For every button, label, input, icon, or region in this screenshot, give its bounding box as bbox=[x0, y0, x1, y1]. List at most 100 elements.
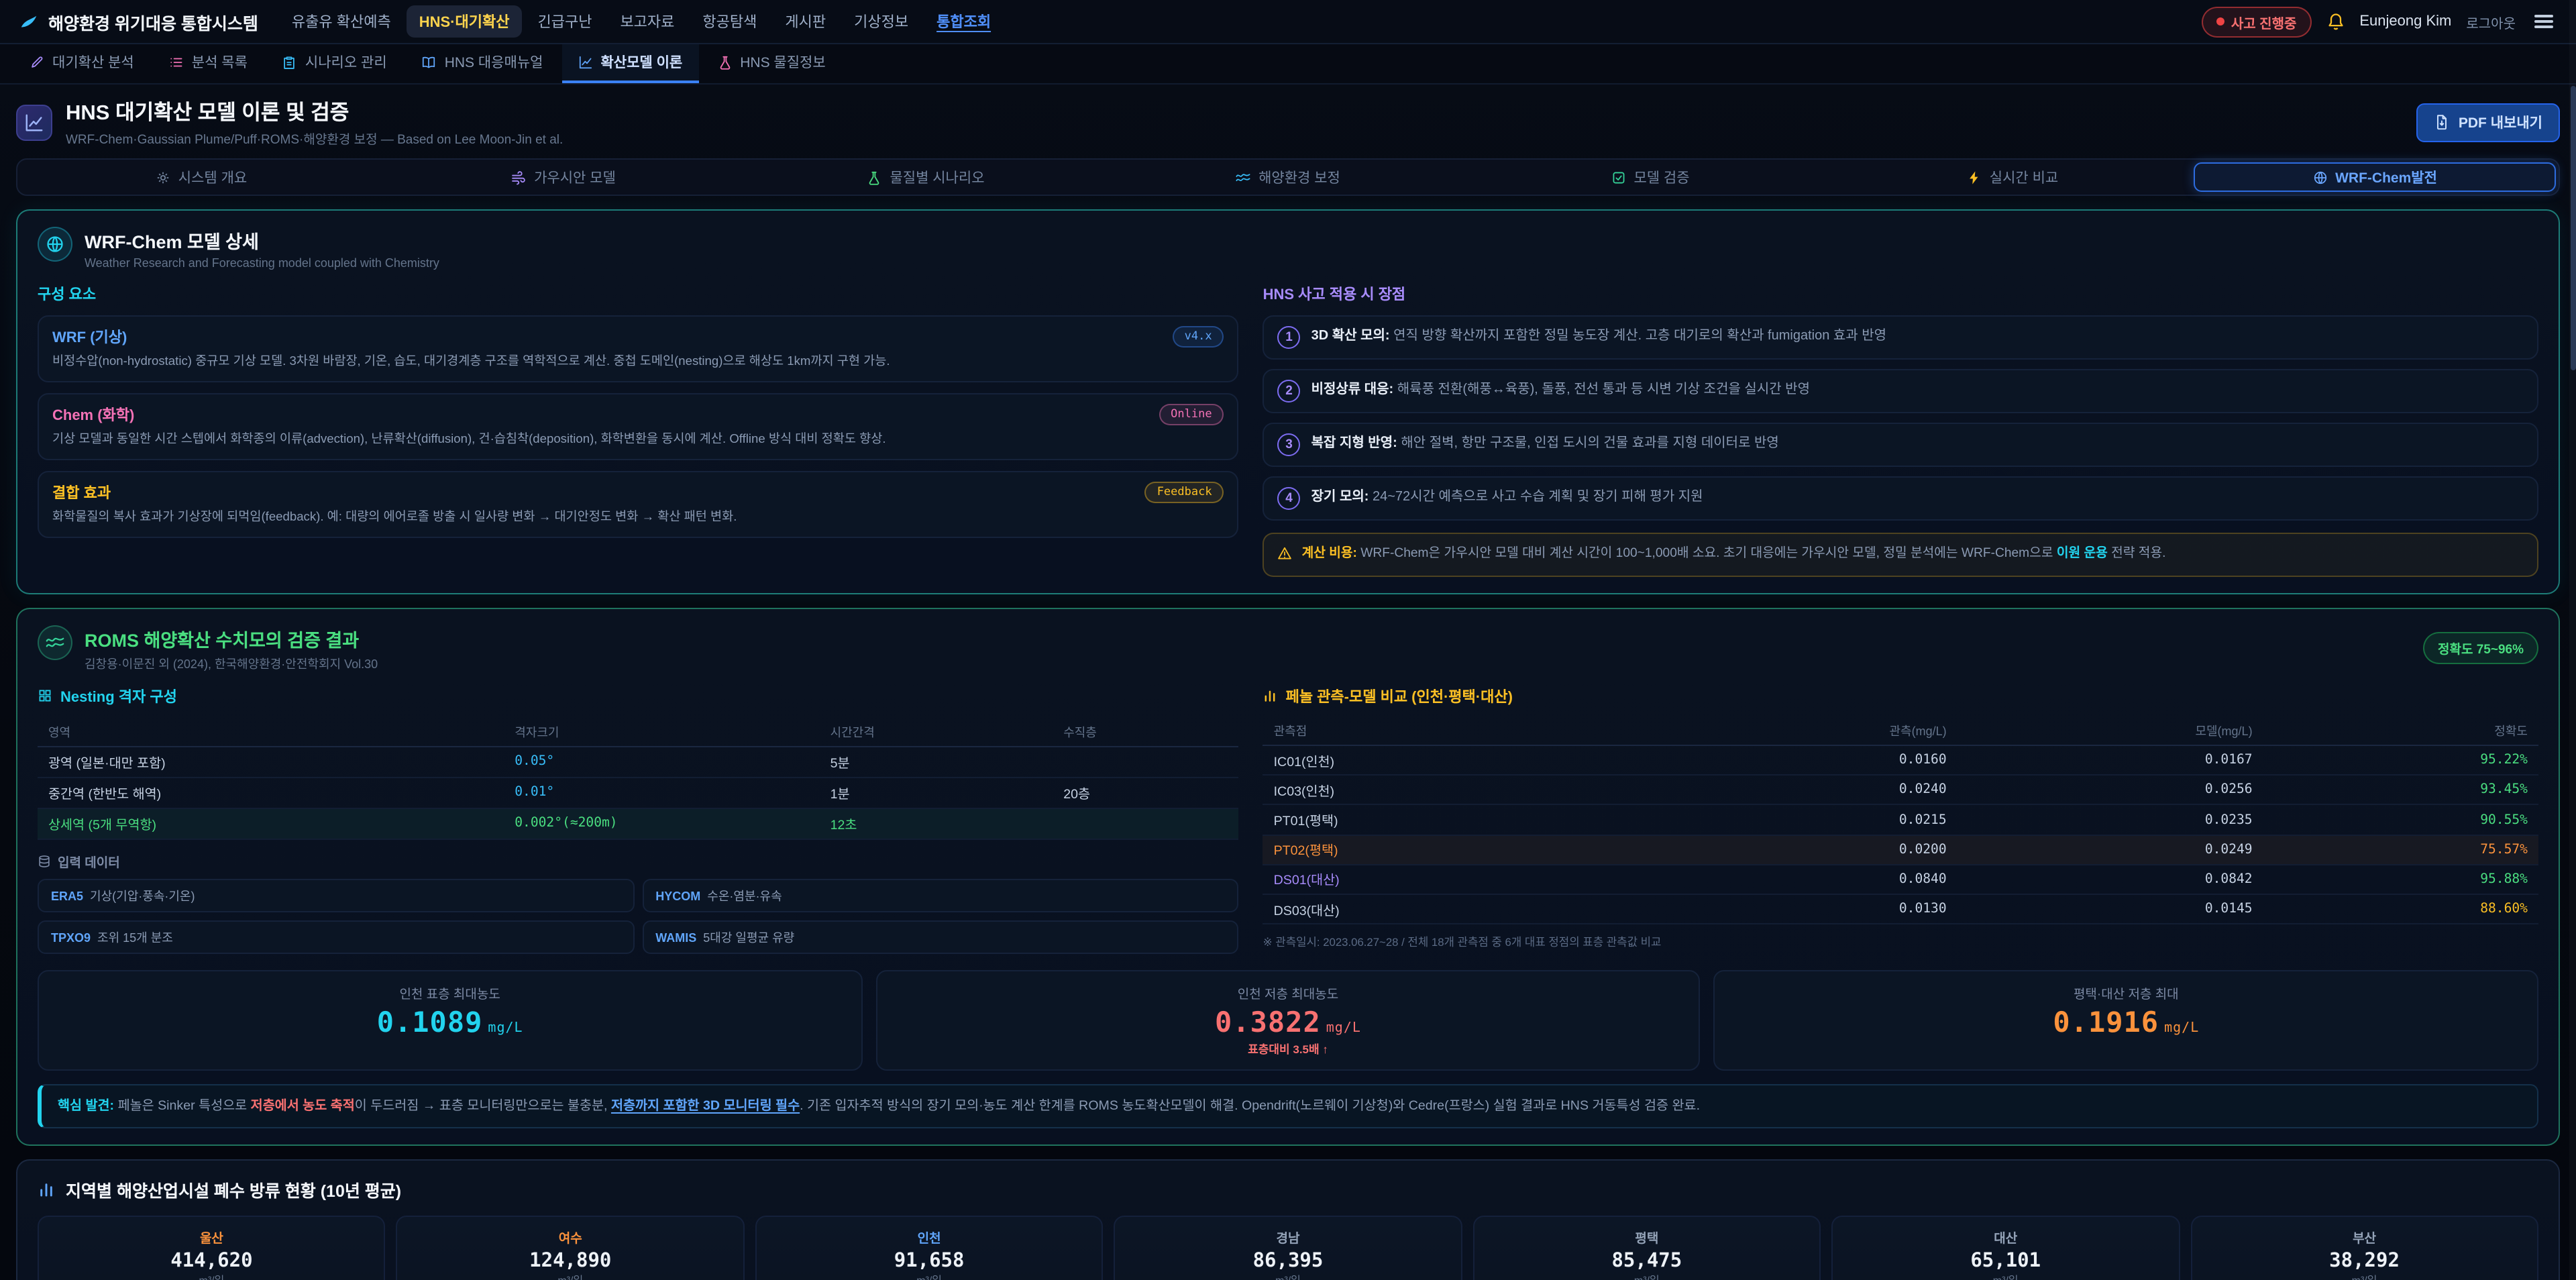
menu-item-integrated-search[interactable]: 통합조회 bbox=[924, 5, 1003, 38]
page-title: HNS 대기확산 모델 이론 및 검증 bbox=[66, 97, 563, 126]
book-icon bbox=[422, 55, 437, 70]
menu-item-reports[interactable]: 보고자료 bbox=[608, 5, 686, 38]
subnav-item-analysis-list[interactable]: 분석 목록 bbox=[153, 44, 264, 83]
grid-icon bbox=[38, 689, 52, 704]
subnav-item-manual[interactable]: HNS 대응매뉴얼 bbox=[406, 44, 559, 83]
advantage-desc: 해안 절벽, 항만 구조물, 인접 도시의 건물 효과를 지형 데이터로 반영 bbox=[1401, 436, 1779, 451]
scrollbar-thumb[interactable] bbox=[2570, 86, 2575, 370]
key-finding: 핵심 발견: 페놀은 Sinker 특성으로 저층에서 농도 축적이 두드러짐 … bbox=[38, 1084, 2538, 1128]
feedback-badge: Feedback bbox=[1145, 482, 1224, 503]
region-yeosu: 여수 124,890 m³/일 382건 bbox=[396, 1216, 745, 1280]
advantage-lead: 복잡 지형 반영: bbox=[1311, 436, 1397, 451]
concentration-stats: 인천 표층 최대농도 0.1089mg/L 인천 저층 최대농도 0.3822m… bbox=[38, 970, 2538, 1071]
components-title: 구성 요소 bbox=[38, 283, 1239, 305]
tab-model-validation[interactable]: 모델 검증 bbox=[1469, 162, 1831, 192]
roms-title: ROMS 해양확산 수치모의 검증 결과 bbox=[85, 625, 378, 652]
subnav-item-scenario[interactable]: 시나리오 관리 bbox=[266, 44, 403, 83]
incident-status-badge[interactable]: 사고 진행중 bbox=[2202, 6, 2312, 37]
menu-item-aerial-search[interactable]: 항공탐색 bbox=[690, 5, 769, 38]
advantage-number: 4 bbox=[1278, 487, 1301, 510]
component-name: Chem (화학) bbox=[52, 404, 134, 425]
roms-header: ROMS 해양확산 수치모의 검증 결과 김창용·이문진 외 (2024), 한… bbox=[38, 625, 2538, 672]
advantage-lead: 비정상류 대응: bbox=[1311, 382, 1394, 397]
input-data-title: 입력 데이터 bbox=[38, 852, 1239, 871]
section-tabbar: 시스템 개요 가우시안 모델 물질별 시나리오 해양환경 보정 모델 검증 실시… bbox=[16, 158, 2560, 196]
globe-icon bbox=[2312, 170, 2327, 184]
pdf-export-label: PDF 내보내기 bbox=[2459, 112, 2542, 132]
warning-highlight: 이원 운용 bbox=[2057, 546, 2108, 561]
app-root: 해양환경 위기대응 통합시스템 유출유 확산예측 HNS·대기확산 긴급구난 보… bbox=[0, 0, 2576, 1280]
input-data-item: ERA5기상(기압·풍속·기온) bbox=[38, 879, 634, 912]
pdf-export-button[interactable]: PDF 내보내기 bbox=[2417, 103, 2560, 142]
topbar: 해양환경 위기대응 통합시스템 유출유 확산예측 HNS·대기확산 긴급구난 보… bbox=[0, 0, 2576, 44]
topbar-right: 사고 진행중 Eunjeong Kim 로그아웃 bbox=[2202, 6, 2557, 37]
page-header: HNS 대기확산 모델 이론 및 검증 WRF-Chem·Gaussian Pl… bbox=[0, 85, 2576, 156]
component-name: 결합 효과 bbox=[52, 482, 111, 503]
flask-icon bbox=[867, 170, 881, 184]
region-pyeongtaek: 평택 85,475 m³/일 178건 bbox=[1472, 1216, 1821, 1280]
phenol-table-header: 관측점 관측(mg/L) 모델(mg/L) 정확도 bbox=[1263, 718, 2538, 746]
nesting-title: Nesting 격자 구성 bbox=[38, 686, 1239, 707]
table-row-low-accuracy: PT02(평택) 0.0200 0.0249 75.57% bbox=[1263, 835, 2538, 865]
notification-bell-icon[interactable] bbox=[2326, 12, 2345, 31]
advantages-title: HNS 사고 적용 시 장점 bbox=[1263, 283, 2538, 305]
bar-chart-icon bbox=[1263, 689, 1278, 704]
advantage-number: 1 bbox=[1278, 326, 1301, 349]
roms-subtitle: 김창용·이문진 외 (2024), 한국해양환경·안전학회지 Vol.30 bbox=[85, 655, 378, 672]
discharge-title: 지역별 해양산업시설 폐수 방류 현황 (10년 평균) bbox=[66, 1177, 401, 1202]
hamburger-menu-icon[interactable] bbox=[2530, 11, 2557, 32]
scrollbar[interactable] bbox=[2569, 0, 2576, 1280]
menu-item-weather[interactable]: 기상정보 bbox=[842, 5, 920, 38]
logout-button[interactable]: 로그아웃 bbox=[2466, 11, 2516, 32]
wrf-chem-subtitle: Weather Research and Forecasting model c… bbox=[85, 256, 439, 270]
tab-system-overview[interactable]: 시스템 개요 bbox=[20, 162, 382, 192]
advantage-desc: 연직 방향 확산까지 포함한 정밀 농도장 계산. 고층 대기로의 확산과 fu… bbox=[1393, 329, 1886, 343]
advantage-lead: 3D 확산 모의: bbox=[1311, 329, 1390, 343]
clipboard-icon bbox=[282, 55, 297, 70]
advantage-number: 3 bbox=[1278, 433, 1301, 456]
table-row: DS03(대산) 0.0130 0.0145 88.60% bbox=[1263, 895, 2538, 924]
table-row: 광역 (일본·대만 포함) 0.05° 5분 bbox=[38, 747, 1239, 778]
menu-item-board[interactable]: 게시판 bbox=[773, 5, 838, 38]
tab-realtime-compare[interactable]: 실시간 비교 bbox=[1831, 162, 2194, 192]
region-stats-grid: 울산 414,620 m³/일 1,037건 여수 124,890 m³/일 3… bbox=[38, 1216, 2538, 1280]
bolt-icon bbox=[1967, 170, 1982, 184]
tab-substance-scenario[interactable]: 물질별 시나리오 bbox=[745, 162, 1107, 192]
tab-marine-correction[interactable]: 해양환경 보정 bbox=[1107, 162, 1469, 192]
subnav-label: HNS 대응매뉴얼 bbox=[445, 52, 543, 72]
subnav-label: 시나리오 관리 bbox=[305, 52, 387, 72]
subnav-item-analysis[interactable]: 대기확산 분석 bbox=[13, 44, 150, 83]
warning-tail: 전략 적용. bbox=[2111, 546, 2165, 561]
accuracy-badge: 정확도 75~96% bbox=[2423, 633, 2538, 665]
subnav-item-substance-info[interactable]: HNS 물질정보 bbox=[701, 44, 841, 83]
component-desc: 기상 모델과 동일한 시간 스텝에서 화학종의 이류(advection), 난… bbox=[52, 431, 1224, 449]
wrf-chem-header: WRF-Chem 모델 상세 Weather Research and Fore… bbox=[38, 227, 2538, 270]
table-row: 중간역 (한반도 해역) 0.01° 1분 20층 bbox=[38, 778, 1239, 809]
tab-wrf-chem[interactable]: WRF-Chem발전 bbox=[2194, 162, 2556, 192]
wrf-chem-title: WRF-Chem 모델 상세 bbox=[85, 227, 439, 254]
menu-item-oil-spill[interactable]: 유출유 확산예측 bbox=[280, 5, 403, 38]
pencil-icon bbox=[30, 55, 44, 70]
incident-dot-icon bbox=[2216, 17, 2224, 25]
gear-icon bbox=[156, 170, 170, 184]
tab-gaussian-model[interactable]: 가우시안 모델 bbox=[382, 162, 745, 192]
app-brand[interactable]: 해양환경 위기대응 통합시스템 bbox=[19, 9, 258, 34]
chart-icon bbox=[578, 55, 592, 70]
subnav-label: HNS 물질정보 bbox=[740, 52, 825, 72]
subnav-label: 대기확산 분석 bbox=[52, 52, 134, 72]
advantage-item: 1 3D 확산 모의: 연직 방향 확산까지 포함한 정밀 농도장 계산. 고층… bbox=[1263, 315, 2538, 360]
page-header-text: HNS 대기확산 모델 이론 및 검증 WRF-Chem·Gaussian Pl… bbox=[66, 97, 563, 148]
advantage-item: 4 장기 모의: 24~72시간 예측으로 사고 수습 계획 및 장기 피해 평… bbox=[1263, 476, 2538, 521]
online-badge: Online bbox=[1159, 404, 1224, 425]
component-name: WRF (기상) bbox=[52, 326, 127, 348]
component-wrf: WRF (기상) v4.x 비정수압(non-hydrostatic) 중규모 … bbox=[38, 315, 1239, 382]
subnav-item-model-theory[interactable]: 확산모델 이론 bbox=[561, 44, 698, 83]
menu-item-hns-dispersion[interactable]: HNS·대기확산 bbox=[407, 5, 522, 38]
table-row: PT01(평택) 0.0215 0.0235 90.55% bbox=[1263, 806, 2538, 835]
user-name: Eunjeong Kim bbox=[2359, 13, 2451, 30]
top-menu: 유출유 확산예측 HNS·대기확산 긴급구난 보고자료 항공탐색 게시판 기상정… bbox=[280, 5, 2180, 38]
region-incheon: 인천 91,658 m³/일 1,372건 bbox=[755, 1216, 1104, 1280]
menu-item-emergency-rescue[interactable]: 긴급구난 bbox=[525, 5, 604, 38]
computation-cost-warning: 계산 비용: WRF-Chem은 가우시안 모델 대비 계산 시간이 100~1… bbox=[1263, 533, 2538, 577]
wrf-chem-section: WRF-Chem 모델 상세 Weather Research and Fore… bbox=[16, 209, 2560, 594]
